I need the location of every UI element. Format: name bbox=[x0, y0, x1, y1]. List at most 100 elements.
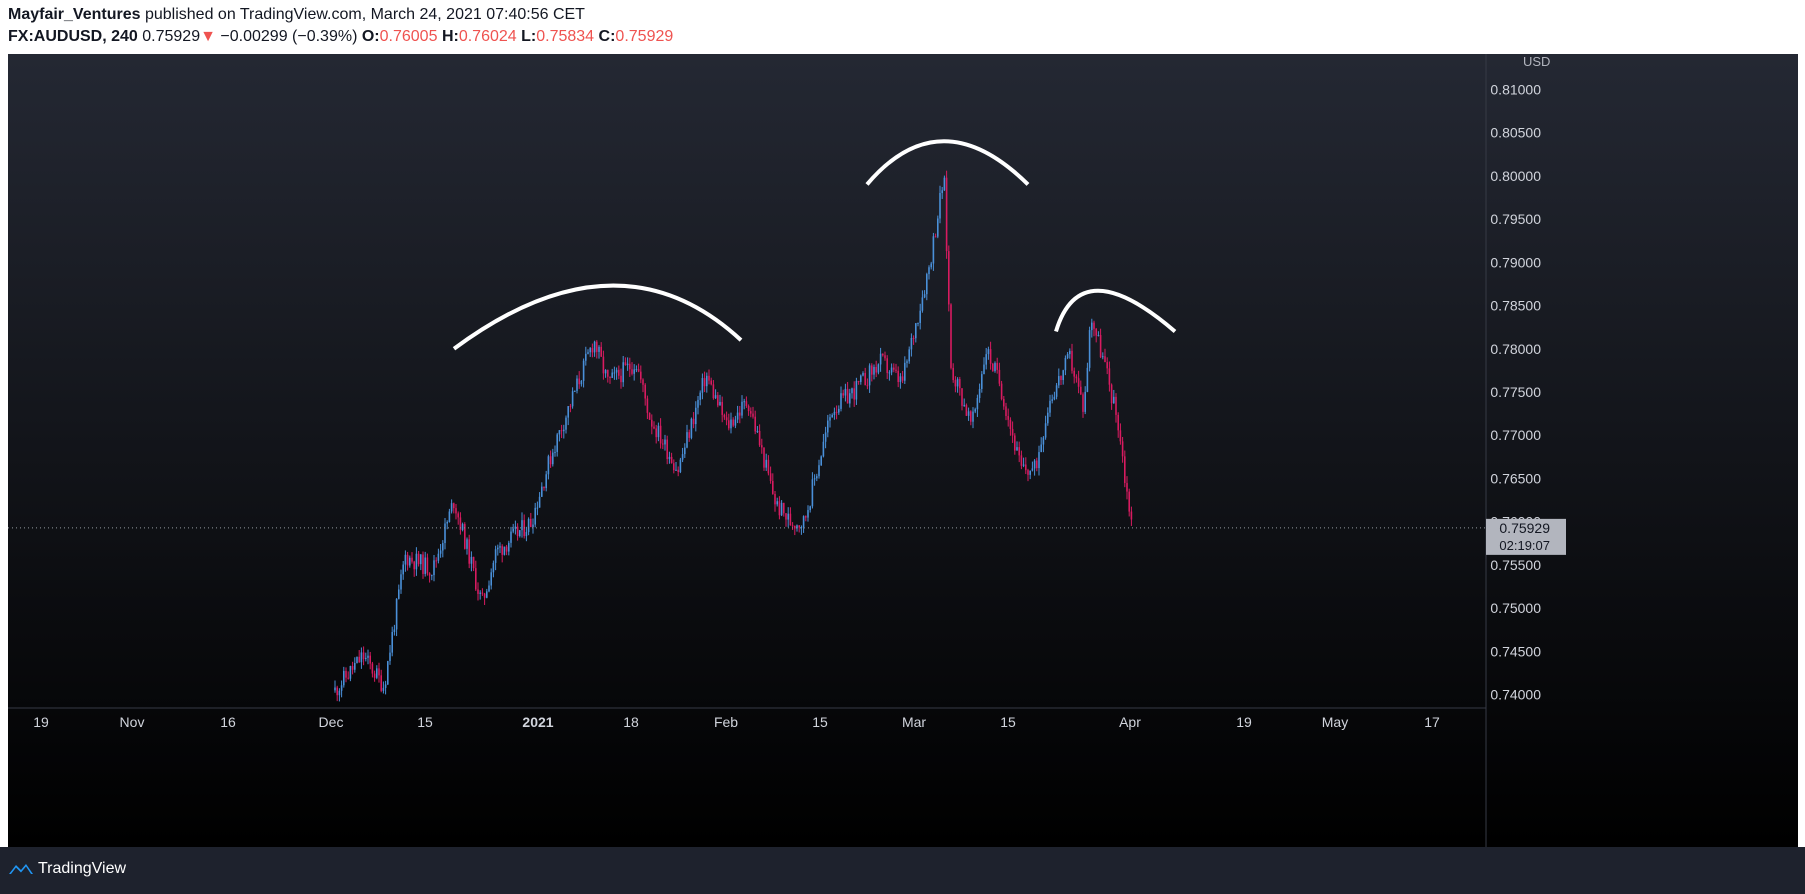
candle-body bbox=[1020, 455, 1023, 466]
candle-body bbox=[466, 539, 468, 549]
candle-body bbox=[637, 369, 640, 372]
candle-body bbox=[417, 553, 420, 565]
candle-body bbox=[384, 684, 387, 688]
candle-body bbox=[893, 367, 895, 370]
candle-body bbox=[435, 560, 437, 562]
candle-body bbox=[824, 432, 827, 442]
candle-body bbox=[763, 447, 765, 468]
candle-body bbox=[1031, 468, 1034, 471]
candle-body bbox=[774, 493, 776, 505]
candle-body bbox=[692, 418, 695, 425]
candle-body bbox=[622, 362, 624, 383]
candle-body bbox=[732, 419, 734, 426]
candle-body bbox=[611, 372, 613, 378]
candle-body bbox=[873, 366, 875, 375]
candle-body bbox=[778, 501, 781, 516]
candle-body bbox=[615, 369, 618, 373]
x-tick-label: Dec bbox=[319, 714, 344, 730]
candle-body bbox=[670, 456, 673, 464]
candle-body bbox=[818, 465, 820, 477]
candle-body bbox=[948, 251, 950, 305]
candle-body bbox=[785, 513, 787, 520]
candle-body bbox=[367, 655, 369, 658]
candle-body bbox=[653, 426, 655, 429]
tradingview-logo[interactable]: TradingView bbox=[8, 860, 126, 878]
author-name[interactable]: Mayfair_Ventures bbox=[8, 6, 141, 23]
candle-body bbox=[574, 390, 576, 392]
candle-body bbox=[642, 379, 644, 385]
candle-body bbox=[1055, 385, 1058, 397]
candle-body bbox=[1130, 511, 1133, 520]
candle-body bbox=[644, 384, 646, 399]
candle-body bbox=[857, 380, 860, 382]
candle-body bbox=[613, 372, 616, 374]
candle-body bbox=[602, 356, 605, 374]
candle-body bbox=[382, 687, 385, 691]
candle-body bbox=[1051, 399, 1053, 401]
x-tick-label: 15 bbox=[417, 714, 433, 730]
candle-body bbox=[877, 364, 880, 373]
candle-body bbox=[978, 388, 981, 399]
candle-body bbox=[391, 632, 393, 653]
candle-body bbox=[811, 479, 814, 507]
candle-body bbox=[450, 503, 453, 512]
candle-body bbox=[1025, 464, 1027, 471]
open-label: O: bbox=[361, 28, 380, 45]
open-value: 0.76005 bbox=[379, 28, 438, 45]
candle-body bbox=[1049, 400, 1051, 413]
candle-body bbox=[728, 420, 730, 429]
candle-body bbox=[521, 520, 523, 531]
candle-body bbox=[783, 502, 785, 514]
candle-body bbox=[655, 428, 657, 438]
y-tick-label: 0.77500 bbox=[1490, 384, 1541, 400]
candle-body bbox=[976, 398, 979, 410]
candle-body bbox=[1075, 376, 1078, 379]
tradingview-logo-icon bbox=[9, 864, 33, 874]
candle-body bbox=[961, 388, 963, 406]
price-chart[interactable]: USD 0.810000.805000.800000.795000.790000… bbox=[8, 54, 1798, 847]
candle-body bbox=[626, 363, 629, 366]
candle-body bbox=[395, 598, 398, 630]
candle-body bbox=[488, 585, 490, 592]
candle-body bbox=[1009, 419, 1012, 429]
candle-body bbox=[981, 374, 983, 389]
candle-body bbox=[490, 572, 492, 586]
candle-body bbox=[965, 404, 968, 416]
candle-body bbox=[1053, 396, 1056, 400]
candle-body bbox=[380, 675, 382, 691]
candle-body bbox=[912, 337, 915, 339]
candle-body bbox=[492, 562, 495, 573]
x-tick-label: 2021 bbox=[522, 714, 553, 730]
candle-body bbox=[549, 456, 552, 465]
candle-body bbox=[598, 346, 600, 352]
candle-body bbox=[437, 553, 440, 561]
candle-body bbox=[919, 310, 921, 324]
candle-body bbox=[545, 474, 547, 489]
candle-body bbox=[730, 419, 732, 429]
candle-body bbox=[882, 353, 884, 356]
candle-body bbox=[1036, 460, 1038, 469]
candle-body bbox=[717, 395, 719, 406]
candle-body bbox=[422, 554, 424, 574]
candle-body bbox=[580, 380, 583, 385]
price-change: −0.00299 (−0.39%) bbox=[220, 28, 358, 45]
candle-body bbox=[956, 379, 959, 387]
candle-body bbox=[527, 518, 530, 532]
candle-body bbox=[675, 469, 677, 471]
candle-body bbox=[338, 690, 341, 696]
candle-body bbox=[505, 546, 508, 552]
candle-body bbox=[754, 416, 756, 432]
candle-body bbox=[1091, 322, 1093, 331]
candle-body bbox=[428, 573, 431, 576]
candle-body bbox=[442, 543, 444, 551]
price-axis[interactable]: 0.81000 0.80500 0.80000 0.79500 0.79000 0.785… bbox=[1490, 81, 1541, 702]
candle-body bbox=[373, 673, 376, 678]
candle-body bbox=[525, 531, 528, 537]
y-tick-label: 0.79500 bbox=[1490, 211, 1541, 227]
candle-body bbox=[369, 655, 371, 664]
candle-body bbox=[895, 369, 897, 371]
candle-body bbox=[354, 662, 356, 670]
candle-body bbox=[1011, 428, 1014, 436]
candle-body bbox=[673, 463, 675, 471]
candle-body bbox=[809, 506, 811, 511]
